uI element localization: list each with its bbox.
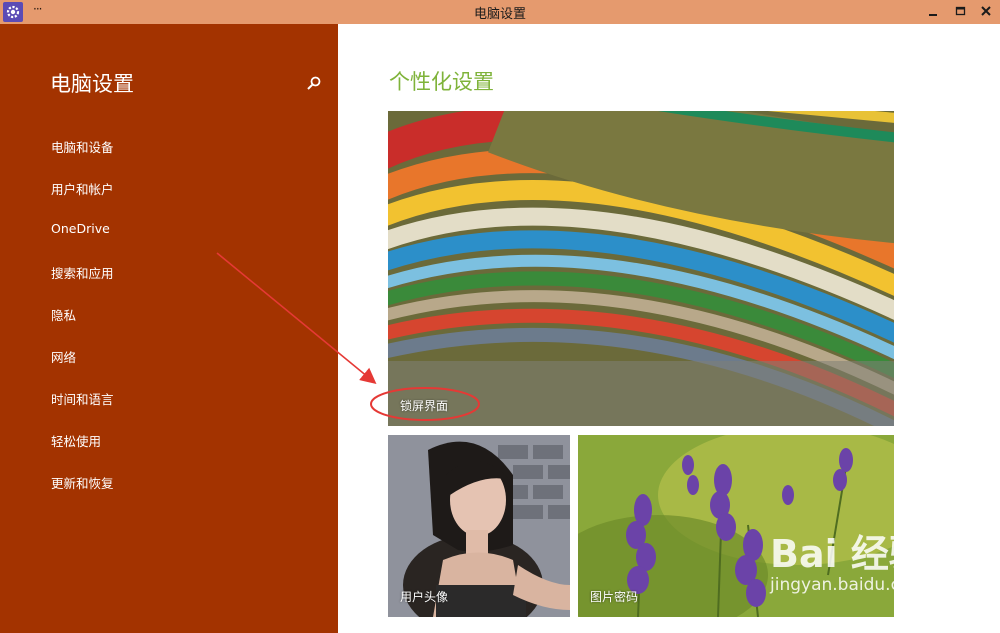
page-title: 个性化设置 (389, 70, 494, 94)
lock-screen-tile[interactable]: 锁屏界面 (388, 111, 894, 426)
user-avatar-label: 用户头像 (400, 590, 449, 604)
sidebar-item-privacy[interactable]: 隐私 (51, 305, 76, 324)
sidebar: 电脑设置 电脑和设备 用户和帐户 OneDrive 搜索和应用 隐私 网络 时间… (0, 24, 338, 633)
sidebar-item-update-recovery[interactable]: 更新和恢复 (51, 473, 114, 492)
close-button[interactable] (972, 0, 1000, 24)
search-icon[interactable] (306, 75, 322, 91)
picture-password-label: 图片密码 (590, 590, 639, 604)
sidebar-item-accounts[interactable]: 用户和帐户 (51, 179, 114, 198)
watermark-url: jingyan.baidu.com (770, 575, 927, 595)
sidebar-item-time-language[interactable]: 时间和语言 (51, 389, 114, 408)
lock-screen-image (388, 111, 894, 426)
sidebar-item-onedrive[interactable]: OneDrive (51, 221, 110, 236)
sidebar-item-network[interactable]: 网络 (51, 347, 76, 366)
watermark-brand: Bai 经验 (770, 532, 927, 576)
baidu-watermark: Bai 经验 jingyan.baidu.com (770, 523, 990, 613)
minimize-button[interactable] (918, 0, 948, 24)
sidebar-item-pc-devices[interactable]: 电脑和设备 (51, 137, 114, 156)
lock-screen-label: 锁屏界面 (400, 399, 449, 413)
window-title: 电脑设置 (473, 7, 526, 22)
sidebar-item-search-apps[interactable]: 搜索和应用 (51, 263, 114, 282)
sidebar-item-ease-of-access[interactable]: 轻松使用 (51, 431, 101, 450)
title-bar: ··· 电脑设置 (0, 0, 1000, 24)
sidebar-title: 电脑设置 (50, 72, 134, 96)
user-avatar-tile[interactable]: 用户头像 (388, 435, 570, 617)
